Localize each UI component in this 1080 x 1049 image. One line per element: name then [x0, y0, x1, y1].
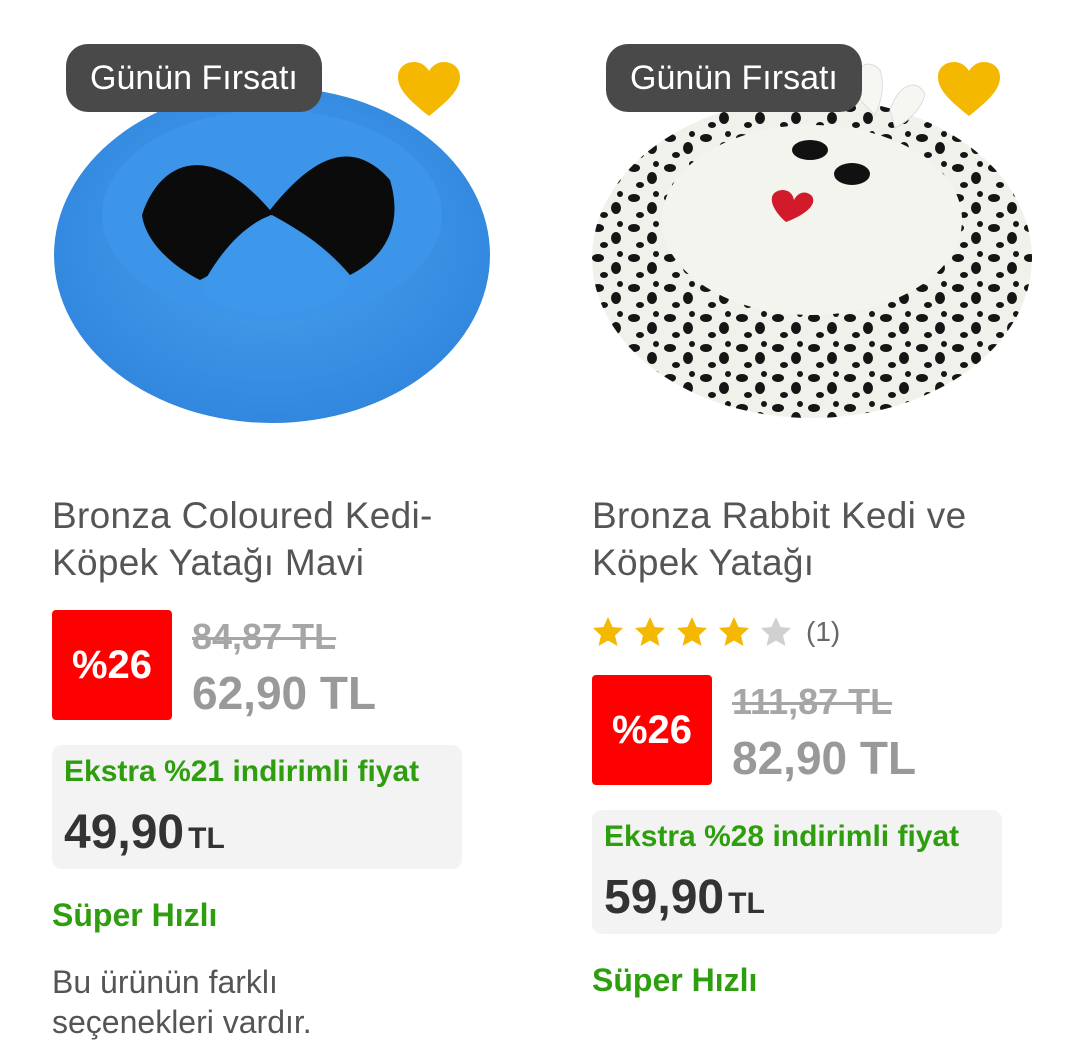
fast-delivery-label: Süper Hızlı: [592, 962, 758, 998]
extra-discount-box: Ekstra %21 indirimli fiyat 49,90 TL: [52, 745, 462, 869]
rating-count: (1): [806, 616, 841, 647]
heart-icon[interactable]: [396, 60, 462, 118]
deal-of-the-day-badge: Günün Fırsatı: [66, 44, 322, 112]
old-price: 84,87 TL: [192, 616, 337, 657]
extra-discount-price: 49,90 TL: [64, 806, 225, 859]
product-title[interactable]: Bronza Coloured Kedi-Köpek Yatağı Mavi: [52, 492, 492, 586]
discount-badge: %26: [592, 675, 712, 785]
extra-discount-label: Ekstra %21 indirimli fiyat: [64, 755, 420, 788]
extra-discount-price: 59,90 TL: [604, 871, 765, 924]
product-card-2[interactable]: Günün Fırsatı Bronza Rabbit Kedi ve Köpe…: [590, 0, 1060, 1049]
product-card-1[interactable]: Günün Fırsatı Bronza Coloured Kedi-Köpek…: [50, 0, 520, 1049]
variants-note: Bu ürünün farklı seçenekleri vardır.: [52, 964, 312, 1040]
star-icon: [635, 617, 665, 646]
star-icon: [593, 617, 623, 646]
product-title[interactable]: Bronza Rabbit Kedi ve Köpek Yatağı: [592, 492, 1032, 586]
current-price: 82,90 TL: [732, 732, 917, 784]
discount-badge: %26: [52, 610, 172, 720]
current-price: 62,90 TL: [192, 667, 377, 719]
heart-icon[interactable]: [936, 60, 1002, 118]
currency-label: TL: [188, 822, 225, 855]
star-icon: [719, 617, 749, 646]
fast-delivery-label: Süper Hızlı: [52, 897, 218, 933]
deal-of-the-day-badge: Günün Fırsatı: [606, 44, 862, 112]
extra-discount-label: Ekstra %28 indirimli fiyat: [604, 820, 960, 853]
old-price: 111,87 TL: [732, 681, 893, 722]
rating[interactable]: (1): [592, 612, 840, 652]
star-icon: [677, 617, 707, 646]
extra-discount-box: Ekstra %28 indirimli fiyat 59,90 TL: [592, 810, 1002, 934]
currency-label: TL: [728, 887, 765, 920]
star-empty-icon: [761, 617, 791, 646]
